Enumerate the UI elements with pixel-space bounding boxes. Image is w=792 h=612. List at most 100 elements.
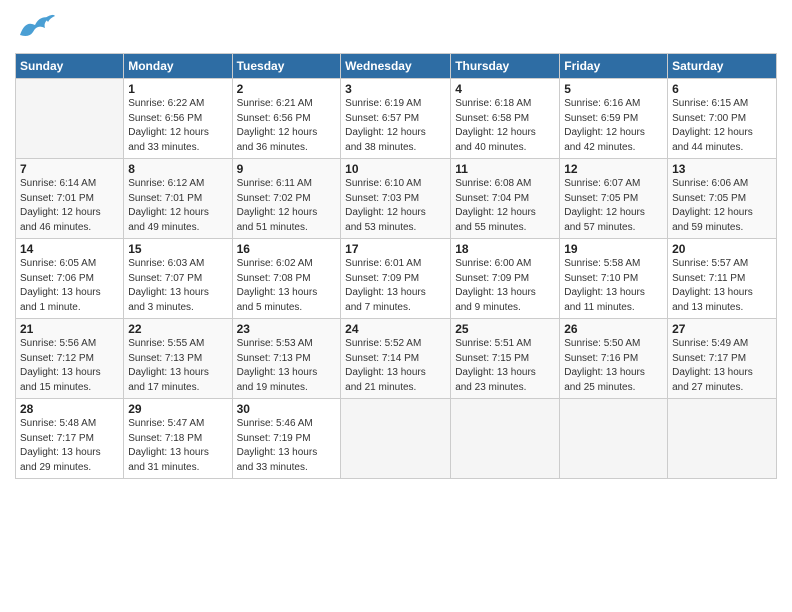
day-info: Sunrise: 6:00 AM Sunset: 7:09 PM Dayligh…	[455, 257, 555, 315]
day-number: 12	[564, 162, 663, 176]
calendar-cell: 24Sunrise: 5:52 AM Sunset: 7:14 PM Dayli…	[341, 319, 451, 399]
weekday-header: Wednesday	[341, 54, 451, 79]
day-info: Sunrise: 6:07 AM Sunset: 7:05 PM Dayligh…	[564, 177, 663, 235]
calendar-cell: 22Sunrise: 5:55 AM Sunset: 7:13 PM Dayli…	[124, 319, 232, 399]
day-number: 9	[237, 162, 337, 176]
calendar-cell: 16Sunrise: 6:02 AM Sunset: 7:08 PM Dayli…	[232, 239, 341, 319]
day-info: Sunrise: 6:05 AM Sunset: 7:06 PM Dayligh…	[20, 257, 119, 315]
calendar-week-row: 28Sunrise: 5:48 AM Sunset: 7:17 PM Dayli…	[16, 399, 777, 479]
day-number: 1	[128, 82, 227, 96]
calendar-week-row: 21Sunrise: 5:56 AM Sunset: 7:12 PM Dayli…	[16, 319, 777, 399]
page-container: SundayMondayTuesdayWednesdayThursdayFrid…	[0, 0, 792, 489]
weekday-header: Thursday	[451, 54, 560, 79]
weekday-header: Tuesday	[232, 54, 341, 79]
day-info: Sunrise: 6:18 AM Sunset: 6:58 PM Dayligh…	[455, 97, 555, 155]
logo-bird-icon	[15, 10, 55, 45]
day-info: Sunrise: 5:55 AM Sunset: 7:13 PM Dayligh…	[128, 337, 227, 395]
day-info: Sunrise: 5:47 AM Sunset: 7:18 PM Dayligh…	[128, 417, 227, 475]
weekday-header: Saturday	[668, 54, 777, 79]
calendar-cell	[341, 399, 451, 479]
day-info: Sunrise: 5:51 AM Sunset: 7:15 PM Dayligh…	[455, 337, 555, 395]
calendar-week-row: 14Sunrise: 6:05 AM Sunset: 7:06 PM Dayli…	[16, 239, 777, 319]
calendar-week-row: 7Sunrise: 6:14 AM Sunset: 7:01 PM Daylig…	[16, 159, 777, 239]
calendar-cell: 1Sunrise: 6:22 AM Sunset: 6:56 PM Daylig…	[124, 79, 232, 159]
day-number: 21	[20, 322, 119, 336]
day-number: 27	[672, 322, 772, 336]
day-number: 22	[128, 322, 227, 336]
day-number: 7	[20, 162, 119, 176]
day-info: Sunrise: 6:08 AM Sunset: 7:04 PM Dayligh…	[455, 177, 555, 235]
day-number: 5	[564, 82, 663, 96]
day-info: Sunrise: 5:58 AM Sunset: 7:10 PM Dayligh…	[564, 257, 663, 315]
calendar-cell: 17Sunrise: 6:01 AM Sunset: 7:09 PM Dayli…	[341, 239, 451, 319]
weekday-header: Sunday	[16, 54, 124, 79]
calendar-cell	[560, 399, 668, 479]
calendar-table: SundayMondayTuesdayWednesdayThursdayFrid…	[15, 53, 777, 479]
day-number: 20	[672, 242, 772, 256]
calendar-cell: 15Sunrise: 6:03 AM Sunset: 7:07 PM Dayli…	[124, 239, 232, 319]
day-number: 13	[672, 162, 772, 176]
day-number: 25	[455, 322, 555, 336]
day-info: Sunrise: 6:11 AM Sunset: 7:02 PM Dayligh…	[237, 177, 337, 235]
logo	[15, 10, 59, 45]
day-info: Sunrise: 6:22 AM Sunset: 6:56 PM Dayligh…	[128, 97, 227, 155]
day-info: Sunrise: 6:16 AM Sunset: 6:59 PM Dayligh…	[564, 97, 663, 155]
calendar-cell: 29Sunrise: 5:47 AM Sunset: 7:18 PM Dayli…	[124, 399, 232, 479]
calendar-cell: 8Sunrise: 6:12 AM Sunset: 7:01 PM Daylig…	[124, 159, 232, 239]
calendar-cell: 25Sunrise: 5:51 AM Sunset: 7:15 PM Dayli…	[451, 319, 560, 399]
day-info: Sunrise: 5:50 AM Sunset: 7:16 PM Dayligh…	[564, 337, 663, 395]
day-number: 14	[20, 242, 119, 256]
calendar-cell: 5Sunrise: 6:16 AM Sunset: 6:59 PM Daylig…	[560, 79, 668, 159]
day-info: Sunrise: 6:15 AM Sunset: 7:00 PM Dayligh…	[672, 97, 772, 155]
calendar-cell: 4Sunrise: 6:18 AM Sunset: 6:58 PM Daylig…	[451, 79, 560, 159]
calendar-cell: 26Sunrise: 5:50 AM Sunset: 7:16 PM Dayli…	[560, 319, 668, 399]
day-number: 23	[237, 322, 337, 336]
day-number: 3	[345, 82, 446, 96]
calendar-cell	[451, 399, 560, 479]
weekday-header: Monday	[124, 54, 232, 79]
day-number: 8	[128, 162, 227, 176]
day-info: Sunrise: 6:06 AM Sunset: 7:05 PM Dayligh…	[672, 177, 772, 235]
calendar-cell: 27Sunrise: 5:49 AM Sunset: 7:17 PM Dayli…	[668, 319, 777, 399]
day-number: 29	[128, 402, 227, 416]
day-info: Sunrise: 5:57 AM Sunset: 7:11 PM Dayligh…	[672, 257, 772, 315]
calendar-cell: 30Sunrise: 5:46 AM Sunset: 7:19 PM Dayli…	[232, 399, 341, 479]
day-number: 28	[20, 402, 119, 416]
calendar-cell: 13Sunrise: 6:06 AM Sunset: 7:05 PM Dayli…	[668, 159, 777, 239]
day-number: 6	[672, 82, 772, 96]
day-number: 17	[345, 242, 446, 256]
day-info: Sunrise: 5:53 AM Sunset: 7:13 PM Dayligh…	[237, 337, 337, 395]
day-number: 4	[455, 82, 555, 96]
calendar-cell: 23Sunrise: 5:53 AM Sunset: 7:13 PM Dayli…	[232, 319, 341, 399]
calendar-week-row: 1Sunrise: 6:22 AM Sunset: 6:56 PM Daylig…	[16, 79, 777, 159]
day-info: Sunrise: 6:03 AM Sunset: 7:07 PM Dayligh…	[128, 257, 227, 315]
calendar-cell: 11Sunrise: 6:08 AM Sunset: 7:04 PM Dayli…	[451, 159, 560, 239]
day-number: 11	[455, 162, 555, 176]
day-number: 19	[564, 242, 663, 256]
day-info: Sunrise: 5:49 AM Sunset: 7:17 PM Dayligh…	[672, 337, 772, 395]
day-number: 30	[237, 402, 337, 416]
calendar-cell	[668, 399, 777, 479]
day-info: Sunrise: 5:46 AM Sunset: 7:19 PM Dayligh…	[237, 417, 337, 475]
weekday-header: Friday	[560, 54, 668, 79]
calendar-cell: 2Sunrise: 6:21 AM Sunset: 6:56 PM Daylig…	[232, 79, 341, 159]
calendar-cell: 7Sunrise: 6:14 AM Sunset: 7:01 PM Daylig…	[16, 159, 124, 239]
calendar-cell: 3Sunrise: 6:19 AM Sunset: 6:57 PM Daylig…	[341, 79, 451, 159]
day-number: 26	[564, 322, 663, 336]
day-number: 10	[345, 162, 446, 176]
calendar-cell	[16, 79, 124, 159]
day-info: Sunrise: 6:02 AM Sunset: 7:08 PM Dayligh…	[237, 257, 337, 315]
day-info: Sunrise: 6:21 AM Sunset: 6:56 PM Dayligh…	[237, 97, 337, 155]
calendar-cell: 18Sunrise: 6:00 AM Sunset: 7:09 PM Dayli…	[451, 239, 560, 319]
calendar-cell: 21Sunrise: 5:56 AM Sunset: 7:12 PM Dayli…	[16, 319, 124, 399]
day-number: 18	[455, 242, 555, 256]
calendar-cell: 9Sunrise: 6:11 AM Sunset: 7:02 PM Daylig…	[232, 159, 341, 239]
page-header	[15, 10, 777, 45]
day-info: Sunrise: 6:14 AM Sunset: 7:01 PM Dayligh…	[20, 177, 119, 235]
day-info: Sunrise: 6:12 AM Sunset: 7:01 PM Dayligh…	[128, 177, 227, 235]
day-info: Sunrise: 6:19 AM Sunset: 6:57 PM Dayligh…	[345, 97, 446, 155]
calendar-cell: 14Sunrise: 6:05 AM Sunset: 7:06 PM Dayli…	[16, 239, 124, 319]
day-info: Sunrise: 5:52 AM Sunset: 7:14 PM Dayligh…	[345, 337, 446, 395]
day-info: Sunrise: 6:01 AM Sunset: 7:09 PM Dayligh…	[345, 257, 446, 315]
day-info: Sunrise: 5:56 AM Sunset: 7:12 PM Dayligh…	[20, 337, 119, 395]
